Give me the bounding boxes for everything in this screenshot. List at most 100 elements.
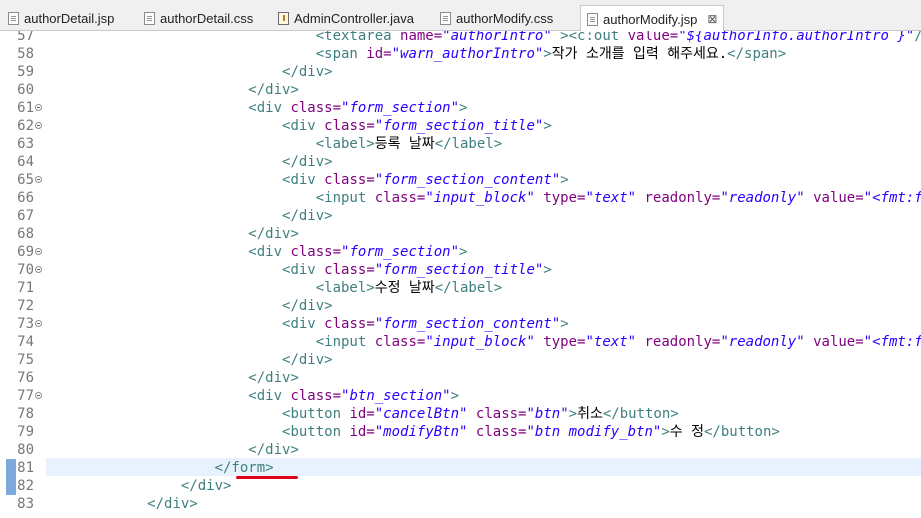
code-editor[interactable]: 57 <textarea name="authorIntro" ><c:out … <box>0 31 921 518</box>
code-line[interactable]: 68 </div> <box>0 225 921 243</box>
code-token: "form_section_content" <box>374 172 561 188</box>
code-line[interactable]: 76 </div> <box>0 369 921 387</box>
line-number: 58 <box>17 46 34 62</box>
fold-toggle-icon[interactable] <box>35 320 42 327</box>
code-line[interactable]: 78 <button id="cancelBtn" class="btn">취소… <box>0 405 921 423</box>
code-token: <c:out <box>568 31 628 44</box>
code-text: </div> <box>46 369 299 387</box>
code-token: > <box>551 31 569 44</box>
code-token: class= <box>324 118 375 134</box>
code-line[interactable]: 82 </div> <box>0 477 921 495</box>
tab-label: AdminController.java <box>294 11 414 26</box>
fold-toggle-icon[interactable] <box>35 104 42 111</box>
editor-tab-bar: authorDetail.jsp authorDetail.css AdminCon… <box>0 0 921 32</box>
line-number: 63 <box>17 136 34 152</box>
close-tab-icon[interactable]: ⊠ <box>707 12 717 26</box>
code-line[interactable]: 73 <div class="form_section_content"> <box>0 315 921 333</box>
code-token: "form_section_content" <box>374 316 561 332</box>
code-token: class= <box>374 334 426 350</box>
code-token: value= <box>813 190 864 206</box>
fold-toggle-icon[interactable] <box>35 248 42 255</box>
code-line[interactable]: 62 <div class="form_section_title"> <box>0 117 921 135</box>
code-line[interactable]: 59 </div> <box>0 63 921 81</box>
code-token: "cancelBtn" <box>374 406 468 422</box>
code-token: "<fmt:for <box>863 190 921 206</box>
code-line[interactable]: 66 <input class="input_block" type="text… <box>0 189 921 207</box>
code-token: "readonly" <box>720 334 805 350</box>
code-token: id= <box>366 46 392 62</box>
code-line[interactable]: 75 </div> <box>0 351 921 369</box>
tab-authordetail-css[interactable]: authorDetail.css <box>144 6 253 31</box>
tab-authordetail-jsp[interactable]: authorDetail.jsp <box>8 6 114 31</box>
code-token: </div> <box>282 352 333 368</box>
tab-admincontroller-java[interactable]: AdminController.java <box>278 6 414 31</box>
code-text: </div> <box>46 351 333 369</box>
tab-authormodify-jsp[interactable]: authorModify.jsp ⊠ <box>580 5 725 32</box>
fold-toggle-icon[interactable] <box>35 392 42 399</box>
code-token: "readonly" <box>720 190 805 206</box>
code-token: </div> <box>147 496 198 512</box>
code-token: </label> <box>434 280 503 296</box>
code-token: value= <box>627 31 679 44</box>
fold-toggle-icon[interactable] <box>35 122 42 129</box>
fold-toggle-icon[interactable] <box>35 176 42 183</box>
code-line[interactable]: 64 </div> <box>0 153 921 171</box>
code-line[interactable]: 74 <input class="input_block" type="text… <box>0 333 921 351</box>
code-line[interactable]: 83 </div> <box>0 495 921 513</box>
code-token: </button> <box>602 406 679 422</box>
code-token: </div> <box>282 208 333 224</box>
code-token: "warn_authorIntro" <box>391 46 544 62</box>
code-text: <div class="form_section_title"> <box>46 261 552 279</box>
code-token: <label> <box>315 280 375 296</box>
code-line[interactable]: 80 </div> <box>0 441 921 459</box>
code-token: <button <box>282 424 350 440</box>
code-line[interactable]: 71 <label>수정 날짜</label> <box>0 279 921 297</box>
code-line[interactable]: 61 <div class="form_section"> <box>0 99 921 117</box>
tab-authormodify-css[interactable]: authorModify.css <box>440 6 553 31</box>
code-line[interactable]: 57 <textarea name="authorIntro" ><c:out … <box>0 31 921 45</box>
code-token: class= <box>324 316 375 332</box>
code-text: <div class="btn_section"> <box>46 387 459 405</box>
code-token: > <box>543 46 552 62</box>
code-text: <span id="warn_authorIntro">작가 소개를 입력 해주… <box>46 45 786 63</box>
code-token: </div> <box>180 478 232 494</box>
code-line[interactable]: 65 <div class="form_section_content"> <box>0 171 921 189</box>
code-line[interactable]: 70 <div class="form_section_title"> <box>0 261 921 279</box>
code-line[interactable]: 58 <span id="warn_authorIntro">작가 소개를 입력… <box>0 45 921 63</box>
code-line[interactable]: 81 </form> <box>0 459 921 477</box>
code-token: <input <box>315 190 375 206</box>
code-text: </div> <box>46 207 333 225</box>
tab-label: authorModify.jsp <box>603 11 698 27</box>
line-number: 82 <box>17 478 34 494</box>
code-line[interactable]: 69 <div class="form_section"> <box>0 243 921 261</box>
code-line[interactable]: 60 </div> <box>0 81 921 99</box>
jsp-file-icon <box>587 12 598 26</box>
line-number: 57 <box>17 31 34 44</box>
code-token: <div <box>282 262 325 278</box>
code-token: /> <box>914 31 921 44</box>
code-token: > <box>543 262 552 278</box>
line-number: 73 <box>17 316 34 332</box>
fold-toggle-icon[interactable] <box>35 266 42 273</box>
line-number: 68 <box>17 226 34 242</box>
code-token: class= <box>324 262 375 278</box>
code-token: > <box>560 316 569 332</box>
code-token: > <box>560 172 569 188</box>
line-number: 66 <box>17 190 34 206</box>
code-line[interactable]: 72 </div> <box>0 297 921 315</box>
line-number: 80 <box>17 442 34 458</box>
code-line[interactable]: 79 <button id="modifyBtn" class="btn mod… <box>0 423 921 441</box>
code-line[interactable]: 67 </div> <box>0 207 921 225</box>
code-line[interactable]: 63 <label>등록 날짜</label> <box>0 135 921 153</box>
line-number: 67 <box>17 208 34 224</box>
code-line[interactable]: 77 <div class="btn_section"> <box>0 387 921 405</box>
css-file-icon <box>144 12 155 25</box>
